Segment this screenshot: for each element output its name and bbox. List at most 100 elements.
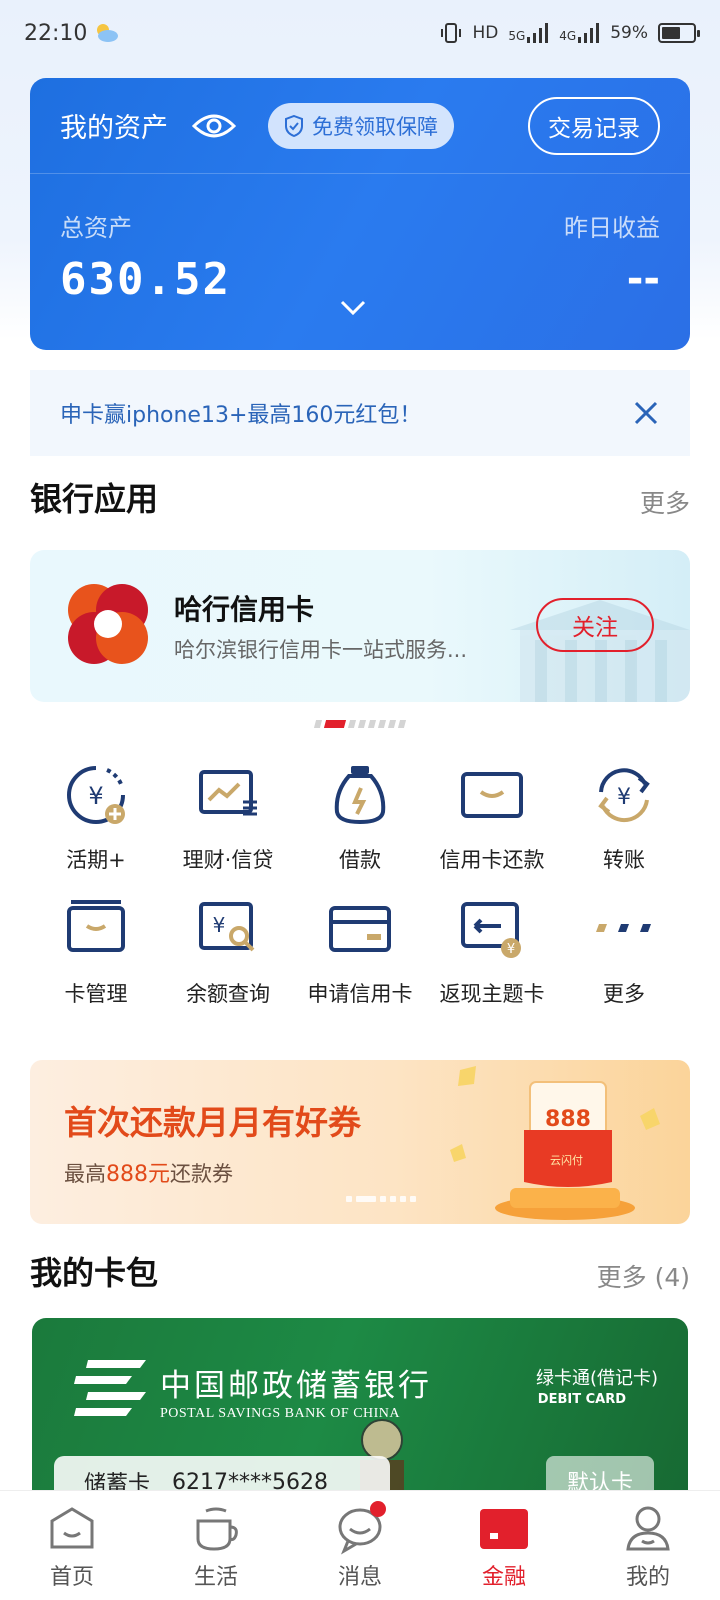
- postal-savings-bank-card[interactable]: 中国邮政储蓄银行 POSTAL SAVINGS BANK OF CHINA 绿卡…: [32, 1318, 688, 1494]
- grid-row: ¥ 活期+ 理财·信贷 借款 信用卡还款 ¥ 转账: [30, 760, 690, 894]
- coupon-sub-prefix: 最高: [64, 1162, 106, 1186]
- coupon-sub-suffix: 还款券: [170, 1162, 233, 1186]
- grid-label: 转账: [603, 848, 645, 872]
- default-card-tag: 默认卡: [546, 1456, 654, 1494]
- tab-label: 生活: [193, 1565, 238, 1590]
- battery-percent: 59%: [610, 23, 648, 43]
- eye-icon[interactable]: [192, 112, 236, 140]
- card-product: 绿卡通(借记卡): [535, 1368, 658, 1389]
- status-bar: 22:10 HD 5G 4G 59%: [0, 0, 720, 66]
- carousel-dot: [313, 720, 323, 728]
- bank-apps-title: 银行应用: [30, 480, 159, 518]
- svg-text:¥: ¥: [88, 782, 103, 810]
- postal-bank-logo-icon: [74, 1360, 146, 1416]
- carousel-dot: [387, 720, 397, 728]
- wallet-title: 我的卡包: [30, 1254, 159, 1292]
- balance-query-icon: ¥: [199, 902, 255, 952]
- total-assets-label: 总资产: [60, 214, 132, 242]
- bank-apps-more-link[interactable]: 更多: [640, 484, 690, 520]
- grid-item-card-manage[interactable]: 卡管理: [30, 894, 162, 1028]
- coupon-carousel-indicator: [346, 1196, 416, 1202]
- grid-label: 卡管理: [64, 982, 128, 1006]
- asset-card-header: 我的资产 免费领取保障 交易记录: [30, 78, 690, 174]
- grid-item-more[interactable]: 更多: [558, 894, 690, 1028]
- app-description: 哈尔滨银行信用卡一站式服务...: [174, 638, 468, 662]
- carousel-dot: [357, 720, 367, 728]
- svg-text:¥: ¥: [507, 942, 515, 957]
- grid-item-credit-card-repay[interactable]: 信用卡还款: [426, 760, 558, 894]
- coupon-title: 首次还款月月有好券: [64, 1103, 361, 1142]
- follow-button[interactable]: 关注: [536, 598, 654, 652]
- tab-life[interactable]: 生活: [144, 1491, 288, 1600]
- tab-finance[interactable]: 金融: [432, 1491, 576, 1600]
- grid-item-balance-query[interactable]: ¥ 余额查询: [162, 894, 294, 1028]
- grid-label: 更多: [603, 982, 645, 1006]
- cashback-card-icon: ¥: [461, 902, 521, 958]
- apply-card-icon: [329, 906, 391, 952]
- free-guarantee-button[interactable]: 免费领取保障: [268, 102, 454, 149]
- battery-icon: [658, 23, 700, 43]
- loan-bag-icon: [334, 766, 386, 825]
- tab-label: 消息: [337, 1565, 382, 1590]
- svg-text:¥: ¥: [617, 785, 631, 810]
- promo-text: 申卡赢iphone13+最高160元红包！: [60, 403, 422, 428]
- profile-icon: [626, 1506, 670, 1551]
- bottom-tab-bar: 首页 生活 消息 金融 我的: [0, 1490, 720, 1600]
- shield-check-icon: [285, 114, 303, 137]
- yesterday-earnings-label: 昨日收益: [564, 214, 660, 242]
- function-grid: ¥ 活期+ 理财·信贷 借款 信用卡还款 ¥ 转账 卡管理 ¥ 余额查询 申请信…: [30, 760, 690, 1028]
- total-assets-value: 630.52: [60, 254, 231, 305]
- card-number-strip: 储蓄卡 6217****5628: [54, 1456, 390, 1494]
- promo-banner[interactable]: 申卡赢iphone13+最高160元红包！: [30, 370, 690, 456]
- harbin-bank-logo-icon: [68, 584, 148, 664]
- finance-icon: [480, 1509, 528, 1549]
- unread-badge: [370, 1501, 386, 1517]
- coupon-sub-highlight: 888元: [106, 1162, 170, 1187]
- coupon-art-label: 云闪付: [550, 1153, 583, 1167]
- grid-label: 申请信用卡: [307, 982, 413, 1006]
- grid-label: 活期+: [66, 848, 126, 872]
- network-4g: 4G: [559, 23, 600, 43]
- transfer-icon: ¥: [598, 768, 650, 823]
- carousel-dot: [367, 720, 377, 728]
- repayment-coupon-banner[interactable]: 首次还款月月有好券 最高888元还款券 888 云闪付: [30, 1060, 690, 1224]
- card-manage-icon: [67, 900, 125, 952]
- close-icon[interactable]: [632, 399, 660, 427]
- yesterday-earnings-value: --: [626, 256, 660, 302]
- grid-item-transfer[interactable]: ¥ 转账: [558, 760, 690, 894]
- status-time: 22:10: [24, 20, 88, 46]
- grid-item-apply-card[interactable]: 申请信用卡: [294, 894, 426, 1028]
- tab-label: 我的: [625, 1565, 670, 1590]
- guarantee-label: 免费领取保障: [312, 114, 438, 139]
- grid-item-wealth-loan[interactable]: 理财·信贷: [162, 760, 294, 894]
- grid-item-cashback-card[interactable]: ¥ 返现主题卡: [426, 894, 558, 1028]
- app-name: 哈行信用卡: [174, 593, 315, 626]
- asset-title: 我的资产: [60, 113, 168, 144]
- asset-card[interactable]: 我的资产 免费领取保障 交易记录 总资产 630.52 昨日收益 --: [30, 78, 690, 350]
- home-icon: [50, 1507, 94, 1549]
- tab-home[interactable]: 首页: [0, 1491, 144, 1600]
- tab-label: 首页: [49, 1565, 94, 1590]
- carousel-dot: [410, 1196, 416, 1202]
- harbin-credit-card-app[interactable]: 哈行信用卡 哈尔滨银行信用卡一站式服务... 关注: [30, 550, 690, 702]
- transaction-records-button[interactable]: 交易记录: [528, 96, 660, 155]
- carousel-dot: [400, 1196, 406, 1202]
- wealth-loan-icon: [199, 770, 257, 816]
- cup-icon: [196, 1507, 238, 1551]
- grid-row: 卡管理 ¥ 余额查询 申请信用卡 ¥ 返现主题卡 更多: [30, 894, 690, 1028]
- asset-card-body: 总资产 630.52 昨日收益 --: [30, 174, 690, 350]
- grid-item-loan[interactable]: 借款: [294, 760, 426, 894]
- carousel-dot: [377, 720, 387, 728]
- grid-label: 信用卡还款: [439, 848, 545, 872]
- grid-item-current-deposit[interactable]: ¥ 活期+: [30, 760, 162, 894]
- card-product-english: DEBIT CARD: [537, 1392, 626, 1407]
- current-deposit-icon: ¥: [67, 766, 125, 824]
- tab-profile[interactable]: 我的: [576, 1491, 720, 1600]
- tab-messages[interactable]: 消息: [288, 1491, 432, 1600]
- wallet-more-link[interactable]: 更多 (4): [597, 1258, 690, 1294]
- coupon-art-amount: 888: [545, 1107, 591, 1132]
- chevron-down-icon[interactable]: [340, 300, 366, 316]
- carousel-dot-active: [323, 720, 347, 728]
- coupon-gift-illustration: 888 云闪付: [450, 1066, 660, 1220]
- coupon-subtitle: 最高888元还款券: [64, 1156, 233, 1188]
